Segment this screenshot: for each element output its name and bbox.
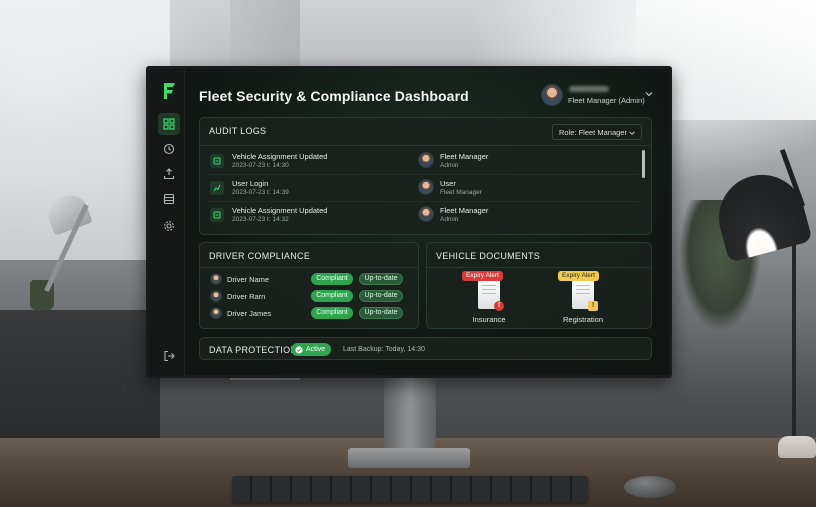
role-filter-value: Role: Fleet Manager bbox=[559, 128, 627, 137]
user-role: Fleet Manager (Admin) bbox=[568, 96, 645, 105]
cabinet bbox=[0, 310, 160, 440]
page-title: Fleet Security & Compliance Dashboard bbox=[199, 88, 469, 104]
log-user: Fleet Manager bbox=[440, 152, 489, 161]
vehicle-documents-title: VEHICLE DOCUMENTS bbox=[436, 251, 541, 261]
log-user: Fleet Manager bbox=[440, 206, 489, 215]
status-badge: Active bbox=[291, 343, 331, 356]
log-time: 2023-07-23 t: 14:32 bbox=[232, 216, 289, 223]
table-row[interactable]: User Login 2023-07-23 t: 14:39 User Flee… bbox=[208, 176, 638, 202]
sidebar-item-upload[interactable] bbox=[158, 163, 180, 185]
document-label: Insurance bbox=[472, 315, 506, 324]
user-avatar bbox=[541, 84, 563, 106]
expiry-alert-badge: Expiry Alert bbox=[558, 271, 599, 281]
monitor-stand bbox=[384, 376, 436, 452]
avatar bbox=[210, 273, 222, 285]
driver-name: Driver Name bbox=[227, 275, 270, 284]
check-circle-icon bbox=[295, 345, 303, 354]
sidebar-item-dashboard[interactable] bbox=[158, 113, 180, 135]
monitor-stand-base bbox=[348, 448, 470, 468]
audit-logs-panel: AUDIT LOGS Role: Fleet Manager Vehicle A… bbox=[199, 117, 652, 235]
log-time: 2023-07-23 t: 14:39 bbox=[232, 189, 289, 196]
sidebar bbox=[149, 69, 185, 375]
avatar bbox=[418, 206, 434, 222]
data-protection-bar: DATA PROTECTION: Active Last Backup: Tod… bbox=[199, 337, 652, 360]
status-badge: Compliant bbox=[311, 290, 353, 302]
alert-icon: ! bbox=[494, 301, 504, 311]
sidebar-item-logout[interactable] bbox=[158, 345, 180, 367]
audit-logs-title: AUDIT LOGS bbox=[209, 126, 267, 136]
expiry-alert-badge: Expiry Alert bbox=[462, 271, 503, 281]
driver-name: Driver James bbox=[227, 309, 272, 318]
sidebar-item-history[interactable] bbox=[158, 138, 180, 160]
log-user-role: Admin bbox=[440, 162, 459, 169]
divider bbox=[427, 267, 651, 268]
sidebar-item-settings[interactable] bbox=[158, 215, 180, 237]
list-item[interactable]: Driver Rarn Compliant Up-to-date bbox=[208, 289, 418, 305]
status-badge: Compliant bbox=[311, 273, 353, 285]
docs-badge: Up-to-date bbox=[359, 273, 403, 285]
history-icon bbox=[163, 143, 175, 155]
chevron-down-icon[interactable] bbox=[645, 90, 653, 98]
driver-name: Driver Rarn bbox=[227, 292, 266, 301]
log-user: User bbox=[440, 179, 456, 188]
log-user-role: Admin bbox=[440, 216, 459, 223]
avatar bbox=[210, 307, 222, 319]
database-icon bbox=[163, 193, 175, 205]
upload-icon bbox=[163, 168, 175, 180]
gear-icon bbox=[164, 221, 174, 231]
role-filter-select[interactable]: Role: Fleet Manager bbox=[552, 124, 642, 140]
last-backup: Last Backup: Today, 14:30 bbox=[343, 346, 425, 353]
chevron-down-icon bbox=[629, 131, 635, 135]
registration-document[interactable]: Expiry Alert ! Registration bbox=[548, 269, 618, 329]
avatar bbox=[210, 290, 222, 302]
log-time: 2023-07-23 t: 14:30 bbox=[232, 162, 289, 169]
user-name-redacted bbox=[569, 86, 609, 92]
status-badge: Compliant bbox=[311, 307, 353, 319]
monitor: Fleet Security & Compliance Dashboard Fl… bbox=[146, 66, 672, 378]
log-user-role: Fleet Manager bbox=[440, 189, 482, 196]
log-event: Vehicle Assignment Updated bbox=[232, 152, 328, 161]
data-protection-title: DATA PROTECTION: bbox=[209, 345, 300, 355]
docs-badge: Up-to-date bbox=[359, 307, 403, 319]
logout-icon bbox=[164, 350, 175, 362]
vehicle-doc-icon bbox=[210, 154, 224, 168]
desk-lamp-right-base bbox=[778, 436, 816, 458]
log-event: User Login bbox=[232, 179, 269, 188]
list-item[interactable]: Driver Name Compliant Up-to-date bbox=[208, 272, 418, 288]
table-row[interactable]: Vehicle Assignment Updated 2023-07-23 t:… bbox=[208, 203, 638, 229]
list-item[interactable]: Driver James Compliant Up-to-date bbox=[208, 306, 418, 322]
user-menu[interactable]: Fleet Manager (Admin) bbox=[541, 83, 661, 111]
keyboard bbox=[232, 476, 588, 502]
insurance-document[interactable]: Expiry Alert ! Insurance bbox=[454, 269, 524, 329]
log-event: Vehicle Assignment Updated bbox=[232, 206, 328, 215]
table-row[interactable]: Vehicle Assignment Updated 2023-07-23 t:… bbox=[208, 149, 638, 175]
dashboard-icon bbox=[163, 118, 175, 130]
avatar bbox=[418, 179, 434, 195]
driver-compliance-title: DRIVER COMPLIANCE bbox=[209, 251, 311, 261]
docs-badge: Up-to-date bbox=[359, 290, 403, 302]
vehicle-documents-panel: VEHICLE DOCUMENTS Expiry Alert ! Insuran… bbox=[426, 242, 652, 329]
vehicle-doc-icon bbox=[210, 208, 224, 222]
avatar bbox=[418, 152, 434, 168]
sidebar-item-database[interactable] bbox=[158, 188, 180, 210]
dashboard-screen: Fleet Security & Compliance Dashboard Fl… bbox=[149, 69, 669, 375]
warning-icon: ! bbox=[588, 301, 598, 311]
status-text: Active bbox=[306, 346, 326, 353]
document-label: Registration bbox=[562, 315, 604, 324]
mouse bbox=[624, 476, 676, 498]
login-icon bbox=[210, 181, 224, 195]
brand-logo-icon bbox=[164, 83, 175, 99]
driver-compliance-panel: DRIVER COMPLIANCE Driver Name Compliant … bbox=[199, 242, 419, 329]
scrollbar[interactable] bbox=[642, 150, 645, 178]
divider bbox=[200, 267, 418, 268]
divider bbox=[200, 145, 651, 146]
